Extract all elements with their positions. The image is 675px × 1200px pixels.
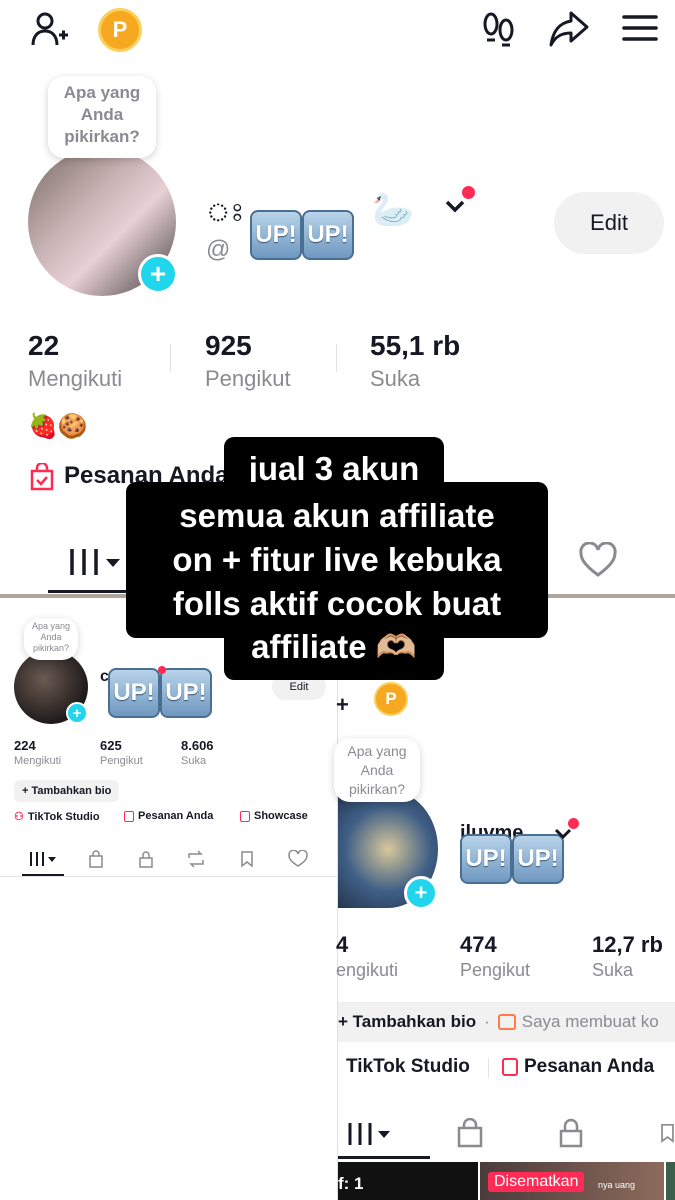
divider	[488, 1058, 489, 1078]
up-badge: UP!	[250, 210, 302, 260]
orders-icon[interactable]	[28, 462, 56, 492]
up-badge: UP!	[302, 210, 354, 260]
thought-bubble[interactable]: Apa yang Anda pikirkan?	[24, 618, 78, 660]
orders-link[interactable]: Pesanan Anda	[502, 1056, 654, 1078]
handle-prefix: @	[206, 236, 231, 263]
stat-likes[interactable]: 55,1 rb Suka	[370, 330, 460, 392]
active-tab-underline	[338, 1156, 430, 1159]
add-story-button[interactable]: +	[66, 702, 88, 724]
add-friend-icon[interactable]: +	[336, 692, 349, 718]
footprint-icon[interactable]	[478, 8, 520, 50]
notification-dot	[568, 818, 579, 829]
edit-button[interactable]: Edit	[554, 192, 664, 254]
up-badge: UP!	[160, 668, 212, 718]
liked-tab-heart-icon[interactable]	[578, 540, 618, 580]
bio-row: + Tambahkan bio · Saya membuat ko	[338, 1002, 675, 1042]
showcase-link[interactable]: Showcase	[240, 810, 308, 822]
video-thumbnail[interactable]: Disematkan nya uang	[480, 1162, 664, 1200]
stat-likes[interactable]: 12,7 rb Suka	[592, 932, 663, 981]
thought-bubble[interactable]: Apa yang Anda pikirkan?	[48, 76, 156, 158]
share-icon[interactable]	[546, 8, 592, 50]
stat-likes[interactable]: 8.606 Suka	[181, 738, 214, 767]
tiktok-studio-link[interactable]: ⚇ TikTok Studio	[14, 810, 100, 824]
studio-icon: ⚇	[14, 811, 24, 823]
shop-tab-bag-icon[interactable]	[456, 1118, 484, 1148]
caption-line: affiliate 🫶🏼	[224, 622, 444, 680]
notification-dot	[462, 186, 475, 199]
videos-grid-tab-icon[interactable]	[346, 1120, 392, 1148]
private-tab-lock-icon[interactable]	[558, 1118, 584, 1148]
add-story-button[interactable]: +	[138, 254, 178, 294]
thought-bubble[interactable]: Apa yang Anda pikirkan?	[334, 738, 420, 802]
repost-tab-icon[interactable]	[186, 850, 206, 868]
points-badge[interactable]: P	[374, 682, 408, 716]
tab-divider	[0, 876, 337, 877]
orders-icon	[124, 810, 134, 822]
up-badge: UP!	[108, 668, 160, 718]
divider	[170, 344, 171, 372]
add-bio-button[interactable]: + Tambahkan bio	[14, 780, 120, 802]
videos-grid-tab-icon[interactable]	[64, 544, 124, 580]
videos-grid-tab-icon[interactable]	[28, 850, 58, 868]
liked-tab-heart-icon[interactable]	[288, 850, 308, 868]
play-icon	[497, 1014, 516, 1030]
add-friend-icon[interactable]	[28, 8, 70, 50]
orders-link[interactable]: Pesanan Anda	[124, 810, 213, 822]
stat-followers[interactable]: 625 Pengikut	[100, 738, 143, 767]
points-badge[interactable]: P	[98, 8, 142, 52]
stat-following[interactable]: 22 Mengikuti	[28, 330, 122, 392]
saved-tab-bookmark-icon[interactable]	[660, 1118, 675, 1148]
add-bio-button[interactable]: + Tambahkan bio	[338, 1012, 476, 1032]
stat-followers[interactable]: 474 Pengikut	[460, 932, 530, 981]
menu-icon[interactable]	[620, 10, 660, 46]
display-name-prefix: ঃ	[206, 197, 245, 227]
video-caption-text: nya uang	[598, 1180, 636, 1190]
bio-emoji: 🍓🍪	[28, 413, 88, 440]
view-count: f: 1	[338, 1174, 364, 1193]
stat-following[interactable]: 4 engikuti	[336, 932, 398, 981]
add-story-button[interactable]: +	[404, 876, 438, 910]
saved-tab-bookmark-icon[interactable]	[240, 850, 254, 868]
stat-followers[interactable]: 925 Pengikut	[205, 330, 291, 392]
video-thumbnail[interactable]: f: 1	[338, 1162, 478, 1200]
shop-tab-bag-icon[interactable]	[88, 850, 104, 868]
stat-following[interactable]: 224 Mengikuti	[14, 738, 61, 767]
video-thumbnail[interactable]	[666, 1162, 675, 1200]
private-tab-lock-icon[interactable]	[138, 850, 154, 868]
pinned-badge: Disematkan	[488, 1172, 585, 1192]
notification-dot	[158, 666, 166, 674]
divider	[336, 344, 337, 372]
bag-icon	[240, 810, 250, 822]
tiktok-studio-link[interactable]: TikTok Studio	[346, 1056, 470, 1078]
swan-emoji: 🦢	[372, 191, 415, 229]
orders-icon	[502, 1058, 518, 1076]
up-badge: UP!	[460, 834, 512, 884]
bio-separator: ·	[484, 1012, 490, 1031]
creator-link[interactable]: Saya membuat ko	[522, 1012, 659, 1032]
caption-block: semua akun affiliate on + fitur live keb…	[126, 482, 548, 638]
